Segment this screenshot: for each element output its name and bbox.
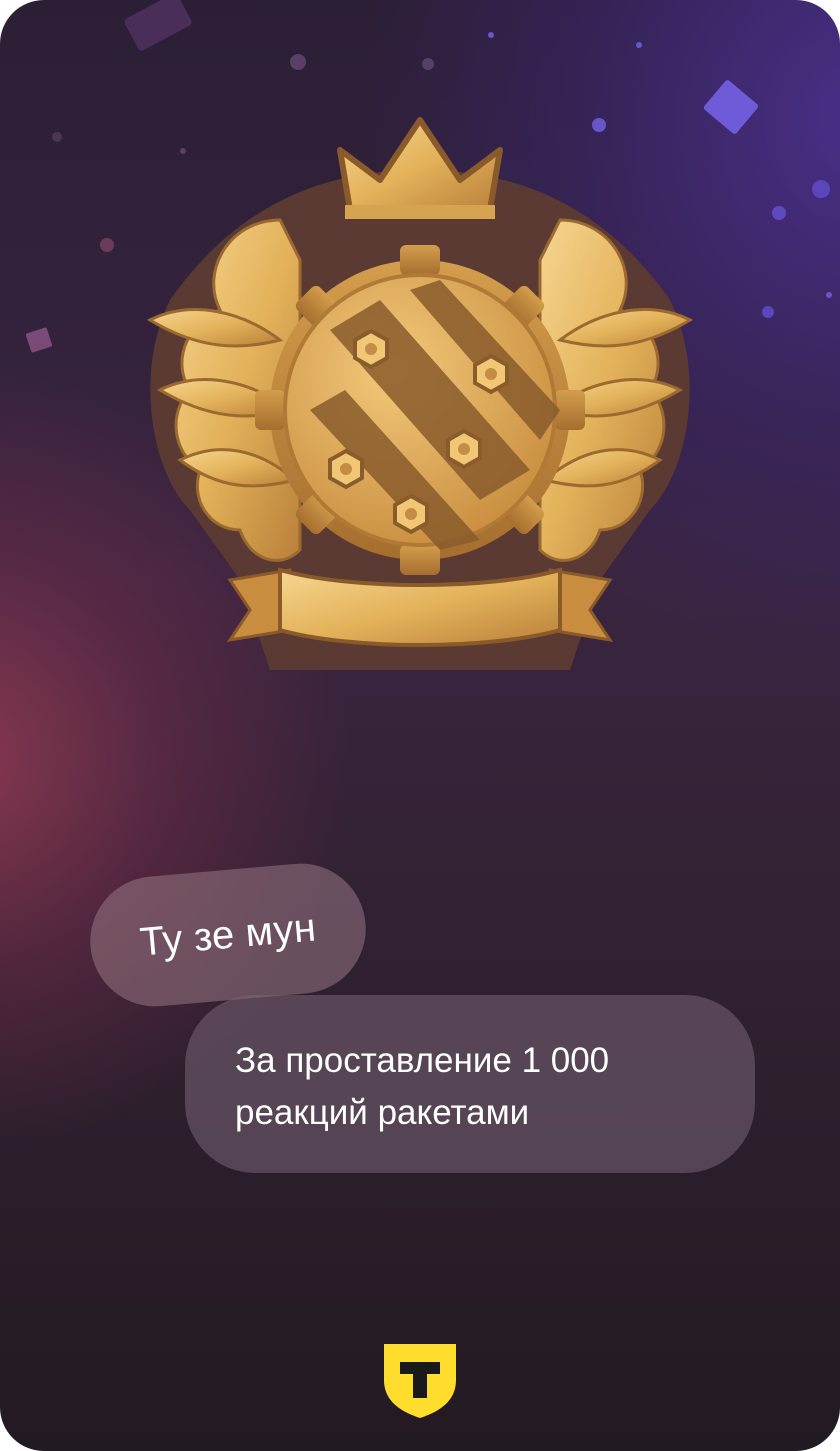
confetti-dot: [636, 42, 642, 48]
confetti-dot: [52, 132, 62, 142]
achievement-card: Ту зе мун За проставление 1 000 реакций …: [0, 0, 840, 1451]
achievement-title: Ту зе мун: [138, 904, 318, 965]
confetti-dot: [826, 292, 832, 298]
achievement-description: За проставление 1 000 реакций ракетами: [235, 1041, 610, 1132]
achievement-title-pill: Ту зе мун: [84, 858, 372, 1012]
confetti-dot: [762, 306, 774, 318]
confetti-piece: [25, 327, 53, 353]
achievement-description-pill: За проставление 1 000 реакций ракетами: [185, 995, 755, 1173]
confetti-dot: [812, 180, 830, 198]
confetti-dot: [290, 54, 306, 70]
golden-crest-badge-icon: [146, 117, 694, 670]
confetti-piece: [702, 78, 760, 136]
brand-shield-logo-icon: [384, 1344, 456, 1418]
confetti-dot: [772, 206, 786, 220]
confetti-dot: [422, 58, 434, 70]
confetti-dot: [488, 32, 494, 38]
confetti-dot: [100, 238, 114, 252]
confetti-piece: [123, 0, 193, 52]
